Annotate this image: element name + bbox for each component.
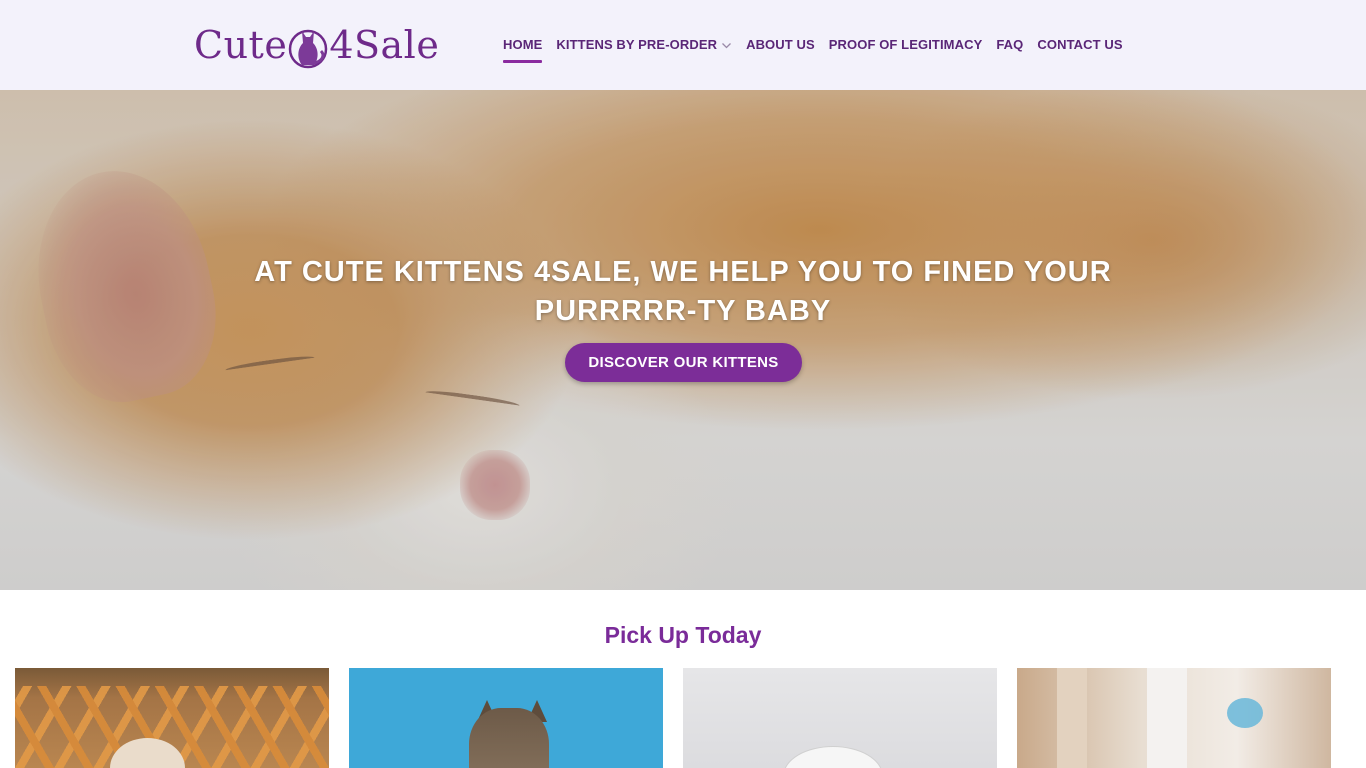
section-title: Pick Up Today: [604, 622, 762, 648]
nav-about-us[interactable]: About Us: [746, 28, 815, 62]
nav-home[interactable]: Home: [503, 28, 543, 63]
card-post: [1057, 668, 1087, 768]
kitten-card-image[interactable]: [683, 668, 997, 768]
discover-kittens-button[interactable]: Discover Our Kittens: [565, 343, 802, 382]
chevron-down-icon: [722, 42, 732, 48]
nav-about-label: About Us: [746, 37, 815, 52]
nav-kittens-label: Kittens by Pre-Order: [556, 37, 718, 52]
logo-text-right: 4Sale: [329, 23, 440, 67]
site-logo[interactable]: Cute 4Sale: [194, 20, 439, 70]
nav-faq[interactable]: FAQ: [996, 28, 1023, 62]
kitten-card-image[interactable]: [1017, 668, 1331, 768]
site-header: Cute 4Sale Home Kittens by Pre-Order Abo…: [0, 0, 1366, 90]
butterfly-decoration: [1227, 698, 1263, 728]
cat-logo-icon: [289, 29, 328, 69]
nav-proof-of-legitimacy[interactable]: Proof of Legitimacy: [829, 28, 983, 62]
main-nav: Home Kittens by Pre-Order About Us Proof…: [503, 28, 1137, 63]
kitten-photo: [783, 746, 883, 768]
nav-faq-label: FAQ: [996, 37, 1024, 52]
nav-contact-label: Contact Us: [1037, 37, 1123, 52]
hero-banner: AT CUTE KITTENS 4SALE, WE HELP YOU TO FI…: [0, 90, 1366, 590]
kitten-photo: [1147, 668, 1187, 768]
logo-text-left: Cute: [194, 23, 288, 67]
kitten-photo: [469, 708, 549, 768]
nav-contact-us[interactable]: Contact Us: [1037, 28, 1122, 62]
hero-overlay: [0, 90, 1366, 590]
nav-proof-label: Proof of Legitimacy: [828, 37, 983, 52]
nav-kittens-by-pre-order[interactable]: Kittens by Pre-Order: [556, 28, 732, 62]
nav-home-label: Home: [503, 37, 543, 52]
hero-title: AT CUTE KITTENS 4SALE, WE HELP YOU TO FI…: [254, 256, 1112, 327]
kitten-card-image[interactable]: [15, 668, 329, 768]
kitten-card-image[interactable]: [349, 668, 663, 768]
